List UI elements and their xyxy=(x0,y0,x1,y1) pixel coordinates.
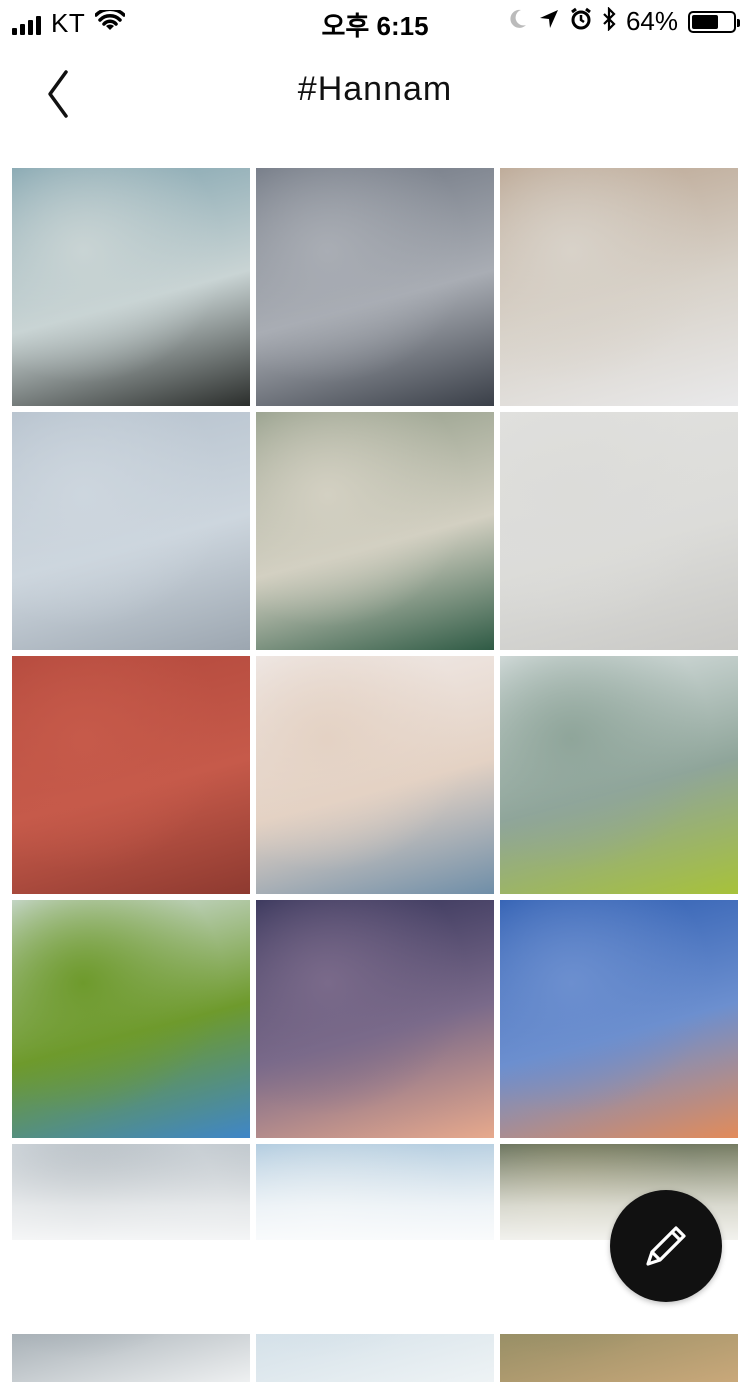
alarm-icon xyxy=(570,7,592,36)
compose-button[interactable] xyxy=(610,1190,722,1302)
photo-thumbnail[interactable] xyxy=(12,412,250,650)
photo-thumbnail[interactable] xyxy=(500,900,738,1138)
photo-thumbnail[interactable] xyxy=(12,168,250,406)
photo-thumbnail[interactable] xyxy=(500,168,738,406)
photo-thumbnail[interactable] xyxy=(12,656,250,894)
battery-percent: 64% xyxy=(625,6,678,36)
bluetooth-icon xyxy=(602,6,616,36)
photo-thumbnail[interactable] xyxy=(256,168,494,406)
photo-thumbnail[interactable] xyxy=(500,656,738,894)
status-bar: KT 오후 6:15 64% xyxy=(0,0,750,42)
status-right: 64% xyxy=(508,6,740,37)
photo-thumbnail[interactable] xyxy=(256,656,494,894)
page-title: #Hannam xyxy=(297,70,453,108)
photo-thumbnail[interactable] xyxy=(500,412,738,650)
battery-icon xyxy=(688,10,740,33)
photo-thumbnail[interactable] xyxy=(256,900,494,1138)
pencil-icon xyxy=(646,1226,686,1266)
photo-thumbnail[interactable] xyxy=(256,412,494,650)
battery-fill xyxy=(692,14,718,29)
navigation-bar: #Hannam xyxy=(0,42,750,142)
location-arrow-icon xyxy=(538,8,560,35)
moon-icon xyxy=(508,8,528,35)
photo-thumbnail[interactable] xyxy=(12,900,250,1138)
